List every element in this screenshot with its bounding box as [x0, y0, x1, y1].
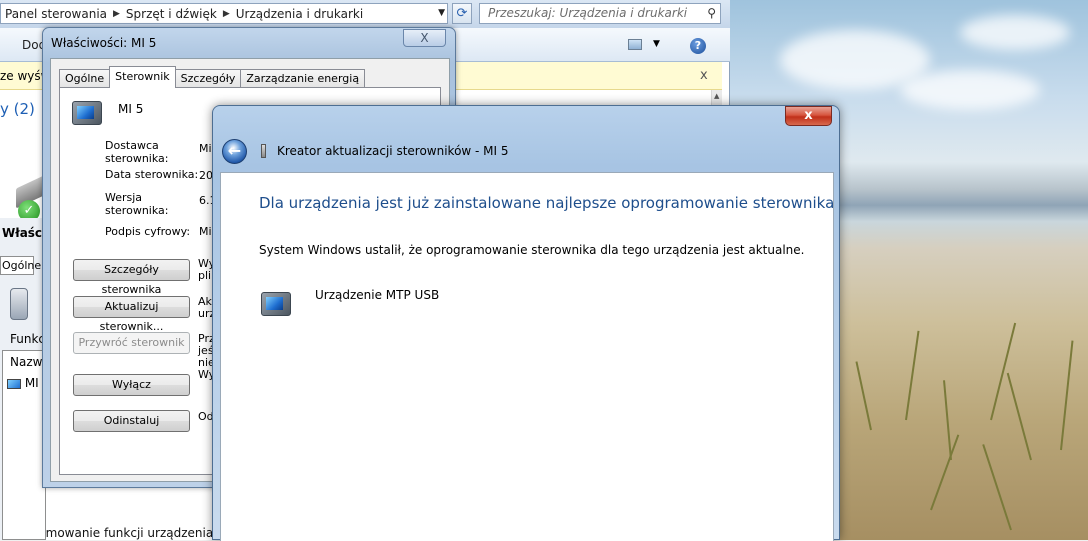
wizard-message: System Windows ustalił, że oprogramowani… — [259, 243, 805, 257]
wizard-headline: Dla urządzenia jest już zainstalowane na… — [259, 194, 835, 212]
search-input[interactable]: Przeszukaj: Urządzenia i drukarki ⚲ — [479, 3, 721, 24]
signer-label: Podpis cyfrowy: — [105, 225, 191, 238]
info-bar-close-icon[interactable]: x — [700, 62, 708, 90]
list-item[interactable]: MI — [7, 376, 39, 390]
driver-update-wizard: x ← Kreator aktualizacji sterowników - M… — [212, 105, 840, 541]
date-label: Data sterownika: — [105, 168, 199, 181]
list-item-label: MI — [24, 376, 39, 390]
address-bar: Panel sterowania ▶ Sprzęt i dźwięk ▶ Urz… — [0, 0, 730, 28]
functions-list[interactable]: Nazwa MI — [2, 350, 50, 540]
device-icon — [261, 292, 291, 316]
driver-details-button[interactable]: Szczegóły sterownika — [73, 259, 190, 296]
tab-power-management[interactable]: Zarządzanie energią — [240, 69, 366, 88]
tab-driver[interactable]: Sterownik — [109, 66, 176, 88]
dialog-title: Właściwości: MI 5 — [51, 36, 157, 50]
device-small-icon — [7, 378, 21, 389]
device-name: MI 5 — [118, 102, 144, 116]
close-button[interactable]: X — [403, 29, 446, 47]
search-placeholder: Przeszukaj: Urządzenia i drukarki — [488, 6, 688, 20]
tab-general[interactable]: Ogólne — [59, 69, 111, 88]
phone-icon — [10, 288, 28, 320]
tab-bar: Ogólne Sterownik Szczegóły Zarządzanie e… — [59, 66, 366, 88]
properties-dialog-background: Właściw Ogólne Funkcj Nazwa MI — [0, 218, 57, 540]
search-icon[interactable]: ⚲ — [707, 4, 716, 23]
breadcrumb[interactable]: Panel sterowania ▶ Sprzęt i dźwięk ▶ Urz… — [0, 3, 448, 24]
help-icon[interactable]: ? — [690, 38, 706, 54]
tab-general[interactable]: Ogólne — [0, 256, 41, 275]
view-options-icon[interactable] — [628, 39, 642, 50]
refresh-button[interactable]: ⟳ — [452, 3, 472, 24]
device-group-title[interactable]: y (2) — [0, 100, 35, 118]
device-icon — [72, 101, 102, 125]
breadcrumb-control-panel[interactable]: Panel sterowania — [1, 7, 111, 21]
chevron-down-icon[interactable]: ▼ — [653, 39, 660, 49]
wizard-title: Kreator aktualizacji sterowników - MI 5 — [277, 144, 509, 158]
breadcrumb-arrow-icon[interactable]: ▶ — [111, 9, 122, 19]
provider-label: Dostawca sterownika: — [105, 139, 169, 165]
breadcrumb-arrow-icon[interactable]: ▶ — [221, 9, 232, 19]
usb-device-icon — [261, 144, 266, 158]
close-button[interactable]: x — [785, 106, 832, 126]
address-dropdown-icon[interactable]: ▼ — [438, 8, 445, 18]
version-label: Wersja sterownika: — [105, 191, 169, 217]
rollback-driver-button[interactable]: Przywróć sterownik — [73, 332, 190, 354]
device-name: Urządzenie MTP USB — [315, 288, 440, 302]
scroll-up-icon[interactable]: ▲ — [714, 92, 719, 100]
breadcrumb-devices-printers[interactable]: Urządzenia i drukarki — [232, 7, 367, 21]
back-arrow-icon[interactable]: ← — [222, 139, 247, 164]
breadcrumb-hardware-sound[interactable]: Sprzęt i dźwięk — [122, 7, 221, 21]
update-driver-button[interactable]: Aktualizuj sterownik... — [73, 296, 190, 333]
disable-device-button[interactable]: Wyłącz — [73, 374, 190, 396]
uninstall-driver-button[interactable]: Odinstaluj — [73, 410, 190, 432]
wizard-content: Dla urządzenia jest już zainstalowane na… — [220, 172, 834, 541]
tab-details[interactable]: Szczegóły — [174, 69, 242, 88]
